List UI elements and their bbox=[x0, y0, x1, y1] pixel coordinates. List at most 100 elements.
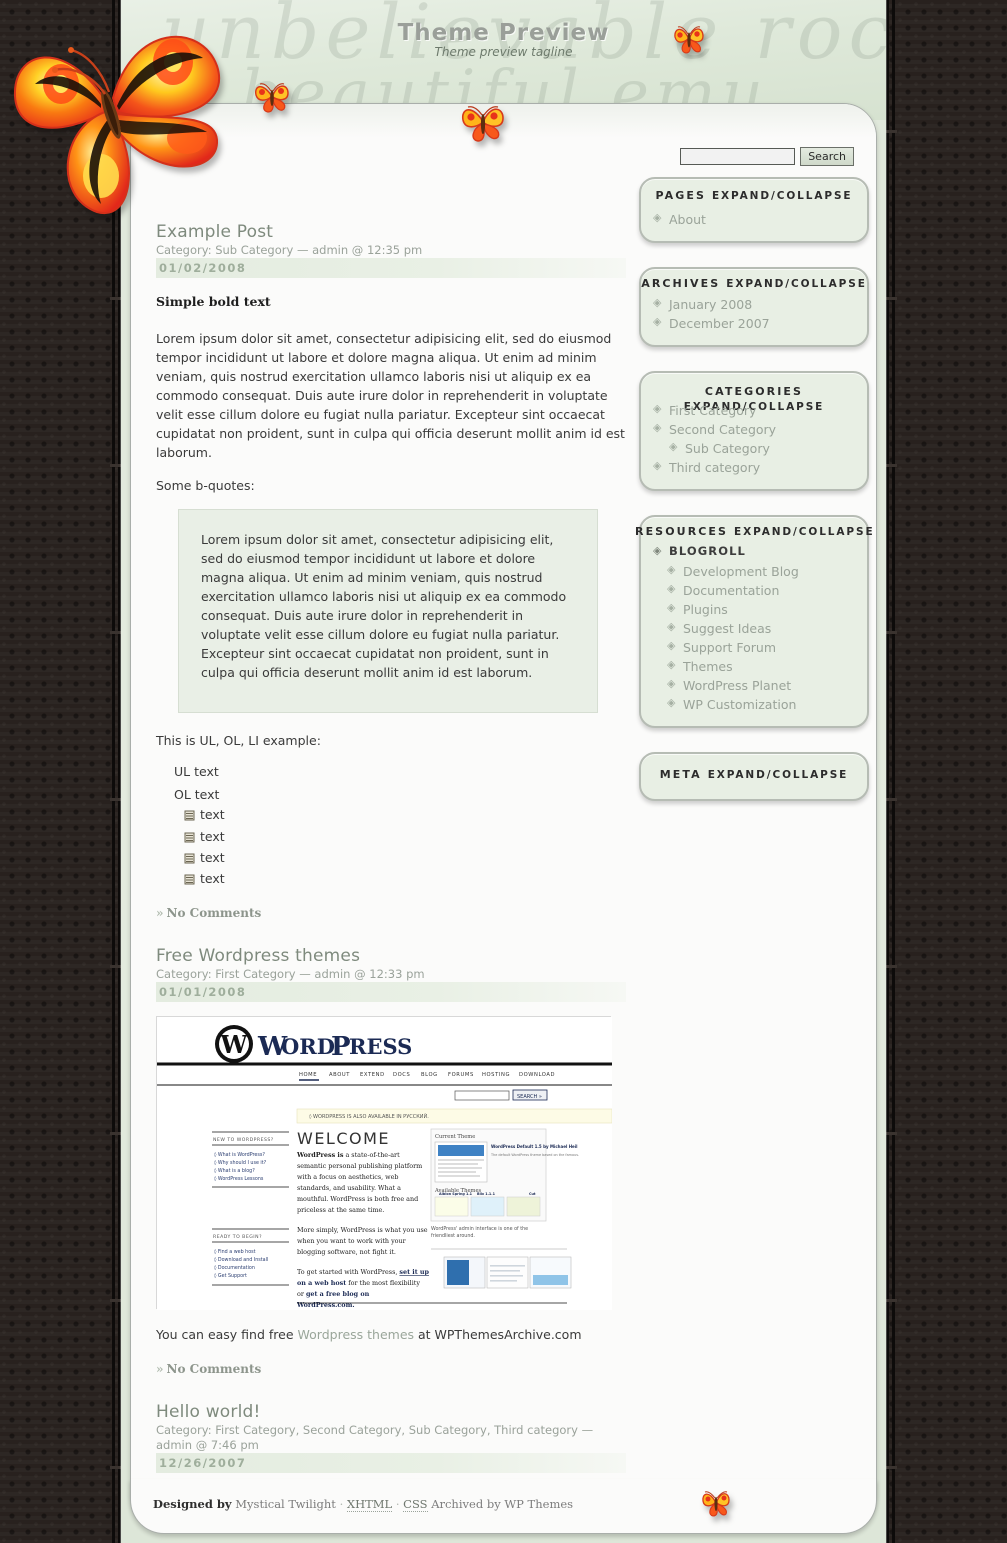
widget-meta: META EXPAND/COLLAPSE bbox=[639, 752, 869, 802]
footer-separator-1: · bbox=[339, 1497, 344, 1511]
page-container: unbelievable rock beautiful emu Theme Pr… bbox=[121, 0, 886, 1543]
expand-collapse-toggle[interactable]: EXPAND/COLLAPSE bbox=[726, 278, 867, 290]
svg-text:WordPress is a state-of-the-ar: WordPress is a state-of-the-art bbox=[296, 1151, 400, 1159]
widget-resources: RESOURCES EXPAND/COLLAPSE ◈ BLOGROLL ◈ Dev… bbox=[635, 514, 873, 729]
sidebar-item-sub-category[interactable]: ◈ Sub Category bbox=[653, 439, 855, 458]
svg-text:FORUMS: FORUMS bbox=[448, 1072, 474, 1078]
ol-item: OL text bbox=[174, 787, 220, 803]
svg-text:Blix 1.1.1: Blix 1.1.1 bbox=[477, 1192, 496, 1196]
sidebar-item-december-2007[interactable]: ◈ December 2007 bbox=[653, 314, 855, 333]
sidebar-item-wordpress-planet[interactable]: ◈ WordPress Planet bbox=[667, 676, 855, 695]
sidebar-item-label: Sub Category bbox=[685, 440, 770, 456]
post-title[interactable]: Example Post bbox=[156, 222, 626, 242]
blogroll-label: BLOGROLL bbox=[669, 543, 746, 558]
svg-text:BLOG: BLOG bbox=[421, 1072, 438, 1078]
svg-text:P: P bbox=[331, 1032, 351, 1062]
list-bullet-icon bbox=[184, 851, 195, 864]
svg-text:WordPress.com.: WordPress.com. bbox=[296, 1301, 355, 1309]
sidebar-item-documentation[interactable]: ◈ Documentation bbox=[667, 581, 855, 600]
site-title[interactable]: Theme Preview bbox=[121, 20, 886, 46]
sidebar-item-label: Development Blog bbox=[683, 564, 799, 580]
sidebar-item-support-forum[interactable]: ◈ Support Forum bbox=[667, 638, 855, 657]
ul-example: UL text bbox=[174, 764, 626, 779]
wordpress-themes-link[interactable]: Wordpress themes bbox=[298, 1327, 415, 1342]
svg-text:friendliest around.: friendliest around. bbox=[431, 1233, 475, 1239]
widget-title-label: ARCHIVES bbox=[641, 276, 721, 290]
sidebar-item-second-category[interactable]: ◈ Second Category bbox=[653, 420, 855, 439]
expand-collapse-toggle[interactable]: EXPAND/COLLAPSE bbox=[712, 190, 853, 202]
post-paragraph-1: Lorem ipsum dolor sit amet, consectetur … bbox=[156, 331, 625, 461]
footer-credits: Designed by Mystical Twilight · XHTML · … bbox=[153, 1497, 574, 1512]
widget-list: ◈ About bbox=[653, 210, 855, 229]
post-title[interactable]: Free Wordpress themes bbox=[156, 946, 626, 966]
search-button[interactable]: Search bbox=[800, 147, 854, 166]
svg-text:◊ Why should I use it?: ◊ Why should I use it? bbox=[214, 1160, 267, 1166]
svg-text:READY TO BEGIN?: READY TO BEGIN? bbox=[213, 1234, 262, 1240]
sidebar-item-first-category[interactable]: ◈ First Category bbox=[653, 401, 855, 420]
svg-text:WordPress' admin interface is: WordPress' admin interface is one of the bbox=[431, 1226, 528, 1232]
sidebar: PAGES EXPAND/COLLAPSE ◈ About ARCHIVES EX… bbox=[635, 177, 873, 825]
sidebar-item-about[interactable]: ◈ About bbox=[653, 210, 855, 229]
widget-list: ◈ First Category ◈ Second Category ◈ Sub Ca… bbox=[653, 401, 855, 477]
svg-text:NEW TO WORDPRESS?: NEW TO WORDPRESS? bbox=[213, 1137, 274, 1143]
svg-text:More simply, WordPress is what: More simply, WordPress is what you use bbox=[297, 1226, 428, 1234]
svg-text:WELCOME: WELCOME bbox=[297, 1129, 390, 1148]
widget-title: PAGES EXPAND/COLLAPSE bbox=[653, 189, 855, 204]
sidebar-item-themes[interactable]: ◈ Themes bbox=[667, 657, 855, 676]
post-title[interactable]: Hello world! bbox=[156, 1402, 626, 1422]
sidebar-item-third-category[interactable]: ◈ Third category bbox=[653, 458, 855, 477]
post-date: 01/02/2008 bbox=[156, 258, 626, 279]
list-item: text bbox=[184, 870, 626, 888]
widget-title: ARCHIVES EXPAND/COLLAPSE bbox=[635, 277, 873, 292]
list-bullet-icon bbox=[184, 872, 195, 885]
diamond-bullet-icon: ◈ bbox=[653, 543, 663, 557]
sidebar-item-label: Third category bbox=[669, 459, 761, 475]
post-image-caption: You can easy find free Wordpress themes … bbox=[156, 1325, 626, 1344]
post-meta: Category: First Category, Second Categor… bbox=[156, 1423, 594, 1452]
diamond-bullet-icon: ◈ bbox=[667, 658, 676, 672]
expand-collapse-toggle[interactable]: EXPAND/COLLAPSE bbox=[708, 769, 849, 781]
svg-text:on a web host for the most fle: on a web host for the most flexibility bbox=[297, 1279, 420, 1287]
site-footer: Designed by Mystical Twilight · XHTML · … bbox=[130, 1479, 877, 1534]
post-meta: Category: First Category — admin @ 12:33… bbox=[156, 966, 425, 981]
search-input[interactable] bbox=[680, 148, 796, 165]
post-bold-paragraph: Simple bold text bbox=[156, 294, 271, 310]
list-item-label: text bbox=[200, 807, 225, 823]
ul-item: UL text bbox=[174, 764, 219, 780]
svg-text:blogging software, not fight i: blogging software, not fight it. bbox=[297, 1248, 396, 1256]
site-header: unbelievable rock beautiful emu Theme Pr… bbox=[121, 0, 886, 120]
svg-text:To get started with WordPress,: To get started with WordPress, set it up bbox=[297, 1268, 430, 1276]
list-item-label: text bbox=[200, 849, 225, 865]
svg-text:EXTEND: EXTEND bbox=[360, 1072, 385, 1078]
svg-text:◊ Download and Install: ◊ Download and Install bbox=[214, 1257, 268, 1263]
list-item: text bbox=[184, 828, 626, 846]
xhtml-link[interactable]: XHTML bbox=[346, 1497, 393, 1512]
post-date: 01/01/2008 bbox=[156, 982, 626, 1003]
svg-text:priceless at the same time.: priceless at the same time. bbox=[297, 1206, 384, 1214]
widget-title: RESOURCES EXPAND/COLLAPSE bbox=[635, 525, 873, 540]
post-comments-link[interactable]: » No Comments bbox=[156, 906, 626, 920]
widget-categories: CATEGORIES EXPAND/COLLAPSE ◈ First Catego… bbox=[639, 370, 869, 491]
svg-text:standards, and usability. What: standards, and usability. What a bbox=[297, 1184, 401, 1192]
sidebar-item-wp-customization[interactable]: ◈ WP Customization bbox=[667, 695, 855, 714]
sidebar-item-label: First Category bbox=[669, 402, 757, 418]
chevron-right-icon: » bbox=[156, 1362, 164, 1377]
diamond-bullet-icon: ◈ bbox=[653, 210, 662, 224]
post-comments-link[interactable]: » No Comments bbox=[156, 1362, 626, 1376]
expand-collapse-toggle[interactable]: EXPAND/COLLAPSE bbox=[734, 526, 875, 538]
wordpress-screenshot-image[interactable]: W W ORD P RESS HOME ABOUT EXTEND DOCS BLOG… bbox=[156, 1016, 612, 1311]
sidebar-item-development-blog[interactable]: ◈ Development Blog bbox=[667, 562, 855, 581]
list-item: text bbox=[184, 806, 626, 824]
css-link[interactable]: CSS bbox=[403, 1497, 428, 1512]
post-free-wordpress-themes: Free Wordpress themes Category: First Ca… bbox=[156, 946, 626, 1376]
sidebar-item-plugins[interactable]: ◈ Plugins bbox=[667, 600, 855, 619]
sidebar-item-suggest-ideas[interactable]: ◈ Suggest Ideas bbox=[667, 619, 855, 638]
post-paragraph-3: This is UL, OL, LI example: bbox=[156, 733, 321, 749]
search-form[interactable]: Search bbox=[680, 146, 854, 166]
chevron-right-icon: » bbox=[156, 905, 164, 920]
blogroll-list: ◈ Development Blog ◈ Documentation ◈ Plugin… bbox=[667, 562, 855, 714]
list-item-label: text bbox=[200, 870, 225, 886]
sidebar-item-january-2008[interactable]: ◈ January 2008 bbox=[653, 295, 855, 314]
sidebar-item-label: Documentation bbox=[683, 583, 780, 599]
footer-archived: Archived by WP Themes bbox=[431, 1497, 574, 1511]
